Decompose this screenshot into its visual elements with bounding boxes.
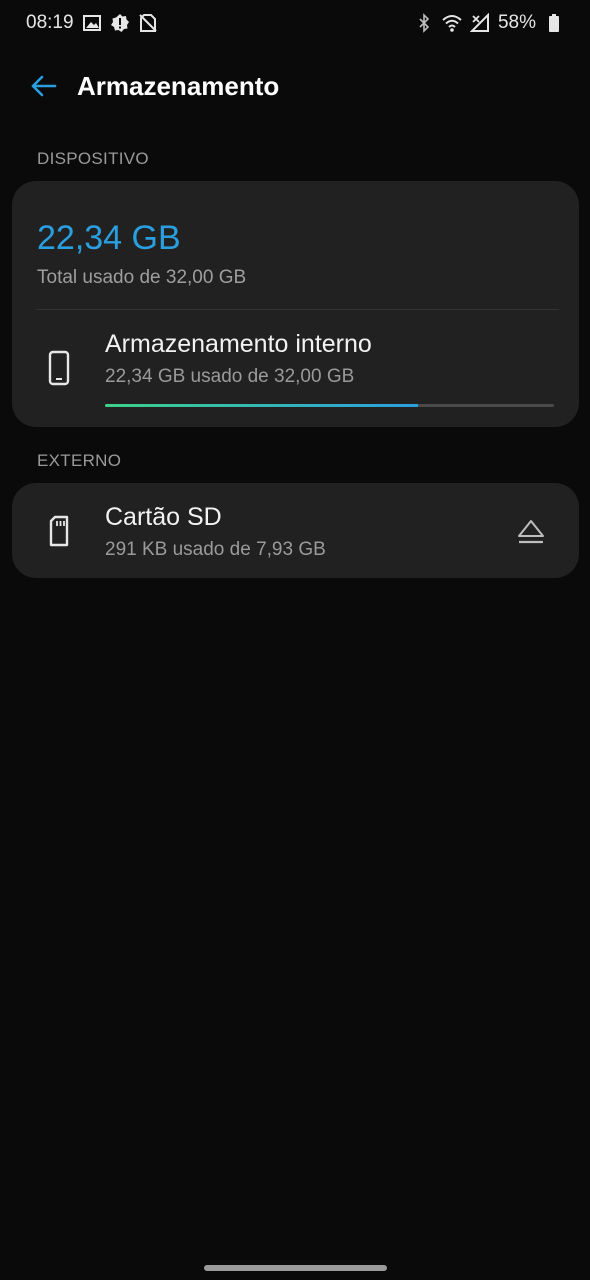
internal-storage-title: Armazenamento interno [105, 330, 372, 358]
app-bar: Armazenamento [0, 58, 590, 114]
internal-storage-progress [105, 404, 554, 407]
sd-card-icon [45, 513, 73, 549]
sd-card-subtitle: 291 KB usado de 7,93 GB [105, 539, 326, 560]
sd-card-item[interactable]: Cartão SD 291 KB usado de 7,93 GB [12, 483, 579, 578]
total-used-value: 22,34 GB [37, 219, 181, 257]
battery-percentage: 58% [497, 12, 536, 33]
eject-button[interactable] [515, 515, 547, 547]
page-title: Armazenamento [77, 70, 280, 101]
phone-icon [45, 350, 73, 386]
battery-icon [544, 13, 564, 33]
eject-icon [518, 520, 544, 544]
device-storage-card: 22,34 GB Total usado de 32,00 GB Armazen… [12, 181, 579, 427]
total-used-caption: Total usado de 32,00 GB [37, 267, 247, 288]
wifi-icon [442, 13, 462, 33]
status-right: 58% [414, 12, 564, 34]
status-bar: 08:19 58% [0, 0, 590, 46]
internal-storage-subtitle: 22,34 GB usado de 32,00 GB [105, 366, 355, 387]
status-time: 08:19 [26, 12, 74, 33]
external-storage-card: Cartão SD 291 KB usado de 7,93 GB [12, 483, 579, 578]
no-sim-icon [138, 13, 158, 33]
settings-badge-icon [110, 13, 130, 33]
navigation-handle[interactable] [204, 1265, 387, 1271]
internal-storage-item[interactable]: Armazenamento interno 22,34 GB usado de … [12, 310, 579, 427]
section-header-external: EXTERNO [37, 451, 122, 470]
image-icon [82, 13, 102, 33]
section-header-device: DISPOSITIVO [37, 149, 149, 168]
bluetooth-icon [414, 13, 434, 33]
internal-storage-progress-fill [105, 404, 419, 407]
signal-icon [469, 13, 490, 33]
sd-card-title: Cartão SD [105, 503, 222, 531]
back-button[interactable] [24, 66, 64, 106]
arrow-left-icon [31, 75, 57, 97]
status-left: 08:19 [26, 12, 158, 34]
